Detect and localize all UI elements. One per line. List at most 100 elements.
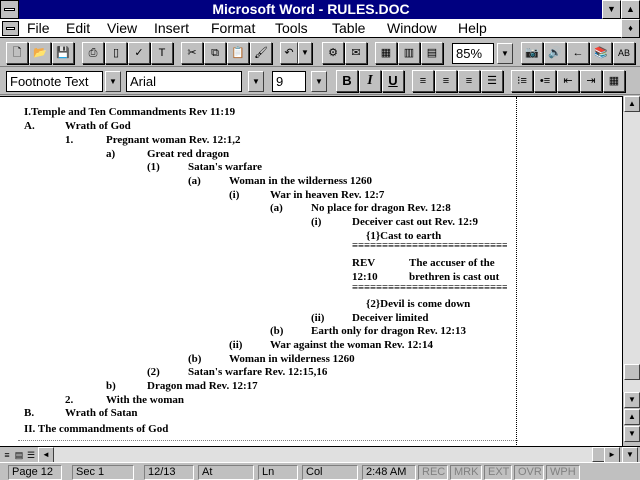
menu-window[interactable]: Window (387, 20, 437, 36)
outline-line-5: Satan's warfare (188, 161, 263, 173)
scroll-down-icon[interactable]: ▼ (624, 392, 640, 408)
scroll-left-icon[interactable]: ◄ (38, 447, 54, 463)
font-dropdown-icon[interactable]: ▼ (248, 71, 264, 92)
format-painter-icon[interactable]: 🖌 (250, 42, 272, 64)
increase-indent-icon[interactable]: ⇥ (580, 70, 602, 92)
books-icon[interactable]: 📚 (590, 42, 612, 64)
page-layout-icon[interactable]: ▤ (14, 448, 24, 462)
outline-line-11: {2}Devil is come down (366, 298, 471, 310)
status-bar: Page 12 Sec 1 12/13 At Ln Col 2:48 AM RE… (0, 462, 640, 480)
outline-line-1: I.Temple and Ten Commandments Rev 11:19 (24, 106, 236, 118)
cut-icon[interactable]: ✂ (181, 42, 203, 64)
highlight-icon[interactable]: T (151, 42, 173, 64)
copy-icon[interactable]: ⧉ (204, 42, 226, 64)
outline-line-13: Earth only for dragon Rev. 12:13 (311, 325, 467, 337)
outline-label: A. (24, 120, 35, 132)
undo-icon[interactable]: ↶ (280, 42, 298, 64)
horizontal-scroll-track[interactable] (54, 447, 608, 462)
table-cell-rev: REV (352, 257, 376, 269)
document-restore-button[interactable]: ♦ (621, 19, 640, 38)
outline-label: (b) (188, 353, 202, 365)
zoom-combo[interactable]: 85% (452, 43, 494, 64)
autoformat-icon[interactable]: ⚙ (322, 42, 344, 64)
bold-button[interactable]: B (336, 70, 358, 92)
status-mrk[interactable]: MRK (450, 465, 482, 480)
outline-line-20: II. The commandments of God (24, 423, 169, 435)
scroll-right-icon[interactable]: ► (604, 447, 620, 463)
menu-insert[interactable]: Insert (154, 20, 189, 36)
open-icon[interactable]: 📂 (29, 42, 51, 64)
vertical-scrollbar[interactable]: ▲ ▼ ▲ ▼ (622, 96, 640, 446)
document-menu-icon (6, 27, 15, 30)
minimize-button[interactable]: ▼ (602, 0, 621, 19)
undo-dropdown-icon[interactable]: ▼ (298, 42, 312, 64)
standard-toolbar: 🗋 📂 💾 ⎙ ▯ ✓ T ✂ ⧉ 📋 🖌 ↶ ▼ ⚙ ✉ ▦ ▥ ▤ 85% … (0, 39, 640, 67)
ab-icon[interactable]: AB (613, 42, 635, 64)
document-area[interactable]: I.Temple and Ten Commandments Rev 11:19 … (0, 96, 622, 446)
font-size-combo[interactable]: 9 (272, 71, 306, 92)
decrease-indent-icon[interactable]: ⇤ (557, 70, 579, 92)
maximize-button[interactable]: ▲ (621, 0, 640, 19)
outline-line-18: With the woman (106, 394, 185, 406)
insert-table-icon[interactable]: ▦ (375, 42, 397, 64)
outline-line-7: War in heaven Rev. 12:7 (270, 189, 385, 201)
print-preview-icon[interactable]: ▯ (105, 42, 127, 64)
drawing-icon[interactable]: ▤ (421, 42, 443, 64)
menu-table[interactable]: Table (332, 20, 365, 36)
table-cell-verse: 12:10 (352, 271, 378, 283)
italic-button[interactable]: I (359, 70, 381, 92)
spelling-icon[interactable]: ✓ (128, 42, 150, 64)
system-menu-button[interactable] (0, 0, 19, 19)
normal-view-icon[interactable]: ≡ (2, 448, 12, 462)
align-left-icon[interactable]: ≡ (412, 70, 434, 92)
outline-line-15: Woman in wilderness 1260 (229, 353, 355, 365)
save-icon[interactable]: 💾 (52, 42, 74, 64)
menu-edit[interactable]: Edit (66, 20, 90, 36)
outline-line-9: Deceiver cast out Rev. 12:9 (352, 216, 478, 228)
camera-icon[interactable]: 📷 (521, 42, 543, 64)
justify-icon[interactable]: ☰ (481, 70, 503, 92)
print-icon[interactable]: ⎙ (82, 42, 104, 64)
vertical-scroll-thumb[interactable] (624, 364, 640, 380)
style-combo[interactable]: Footnote Text (6, 71, 103, 92)
font-combo[interactable]: Arial (126, 71, 242, 92)
menu-tools[interactable]: Tools (275, 20, 308, 36)
vertical-scroll-track[interactable] (623, 112, 640, 392)
next-page-icon[interactable]: ▼ (624, 426, 640, 442)
status-ext[interactable]: EXT (484, 465, 512, 480)
back-arrow-icon[interactable]: ← (567, 42, 589, 64)
align-right-icon[interactable]: ≡ (458, 70, 480, 92)
zoom-dropdown-icon[interactable]: ▼ (497, 43, 513, 64)
outline-label: (b) (270, 325, 284, 337)
scroll-up-icon[interactable]: ▲ (624, 96, 640, 112)
numbering-icon[interactable]: ⁝≡ (511, 70, 533, 92)
outline-line-16: Satan's warfare Rev. 12:15,16 (188, 366, 328, 378)
menu-file[interactable]: File (27, 20, 50, 36)
menu-bar: File Edit View Insert Format Tools Table… (0, 19, 640, 38)
columns-icon[interactable]: ▥ (398, 42, 420, 64)
word-window: Microsoft Word - RULES.DOC ▼ ▲ File Edit… (0, 0, 640, 480)
bullets-icon[interactable]: •≡ (534, 70, 556, 92)
outline-line-12: Deceiver limited (352, 312, 429, 324)
outline-view-icon[interactable]: ☰ (26, 448, 36, 462)
previous-page-icon[interactable]: ▲ (624, 409, 640, 425)
menu-help[interactable]: Help (458, 20, 487, 36)
style-dropdown-icon[interactable]: ▼ (105, 71, 121, 92)
sound-icon[interactable]: 🔊 (544, 42, 566, 64)
status-wph[interactable]: WPH (546, 465, 580, 480)
insert-address-icon[interactable]: ✉ (345, 42, 367, 64)
menu-format[interactable]: Format (211, 20, 255, 36)
new-document-icon[interactable]: 🗋 (6, 42, 28, 64)
outline-line-3: Pregnant woman Rev. 12:1,2 (106, 134, 241, 146)
borders-icon[interactable]: ▦ (603, 70, 625, 92)
paste-icon[interactable]: 📋 (227, 42, 249, 64)
document-system-menu-button[interactable] (2, 21, 19, 36)
font-size-dropdown-icon[interactable]: ▼ (311, 71, 327, 92)
system-menu-icon (4, 8, 15, 11)
align-center-icon[interactable]: ≡ (435, 70, 457, 92)
status-rec[interactable]: REC (418, 465, 448, 480)
underline-button[interactable]: U (382, 70, 404, 92)
status-ovr[interactable]: OVR (514, 465, 544, 480)
status-line: Ln (258, 465, 298, 480)
menu-view[interactable]: View (107, 20, 137, 36)
